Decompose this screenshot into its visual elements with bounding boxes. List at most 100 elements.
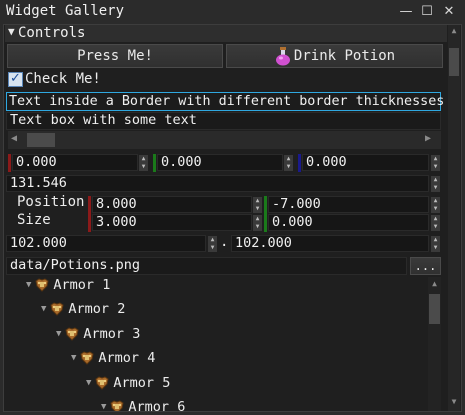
armor-icon [65, 327, 79, 341]
spin-down-icon[interactable]: ▼ [284, 163, 293, 171]
drink-potion-label: Drink Potion [293, 48, 396, 64]
spin-down-icon[interactable]: ▼ [431, 244, 440, 252]
vector-z-field[interactable]: 0.000 [302, 154, 429, 171]
tree-scroll-thumb[interactable] [429, 294, 440, 324]
spin-up-icon[interactable]: ▲ [431, 215, 440, 223]
tree-item-label: Armor 3 [83, 325, 141, 342]
potion-icon [275, 47, 290, 66]
check-me-label: Check Me! [25, 71, 101, 87]
maximize-icon[interactable]: ☐ [419, 4, 435, 20]
horizontal-scroll-thumb[interactable] [27, 133, 55, 147]
outer-vertical-scrollbar[interactable] [448, 25, 460, 411]
horizontal-scrollbar[interactable] [8, 131, 441, 149]
size-y-field[interactable]: 0.000 [268, 214, 429, 231]
size-x-marker [88, 214, 91, 232]
spin-up-icon[interactable]: ▲ [431, 197, 440, 205]
outer-scroll-up-icon[interactable]: ▲ [449, 26, 459, 38]
spin-up-icon[interactable]: ▲ [431, 155, 440, 163]
spin-down-icon[interactable]: ▼ [253, 205, 262, 213]
vector-y-field[interactable]: 0.000 [157, 154, 283, 171]
spin-down-icon[interactable]: ▼ [431, 223, 440, 231]
drink-potion-button[interactable]: Drink Potion [226, 44, 443, 68]
x-axis-marker [8, 154, 11, 172]
spin-up-icon[interactable]: ▲ [139, 155, 148, 163]
controls-section-header[interactable]: ▼ Controls [5, 25, 447, 42]
spin-down-icon[interactable]: ▼ [208, 244, 217, 252]
bordered-text: Text inside a Border with different bord… [9, 94, 445, 109]
scroll-left-icon[interactable]: ◀ [11, 133, 17, 144]
position-y-field[interactable]: -7.000 [268, 196, 429, 213]
vector-x-field[interactable]: 0.000 [12, 154, 138, 171]
window-title: Widget Gallery [6, 3, 125, 19]
size-label: Size [17, 212, 51, 228]
tree-expand-icon[interactable]: ▼ [26, 280, 31, 290]
tree-item[interactable]: ▼ Armor 6 [101, 399, 185, 411]
range-max-spinner[interactable]: ▲ ▼ [431, 236, 440, 252]
outer-scroll-thumb[interactable] [449, 48, 459, 76]
armor-icon [95, 376, 109, 390]
position-x-spinner[interactable]: ▲ ▼ [253, 197, 262, 213]
tree-item-label: Armor 6 [128, 399, 186, 411]
tree-item-label: Armor 5 [113, 374, 171, 391]
check-me-checkbox[interactable]: ✓ [8, 71, 23, 87]
spin-up-icon[interactable]: ▲ [431, 236, 440, 244]
armor-icon [50, 302, 64, 317]
position-label: Position [17, 194, 85, 210]
tree-item[interactable]: ▼ Armor 4 [71, 350, 155, 366]
tree-expand-icon[interactable]: ▼ [71, 353, 76, 363]
tree-expand-icon[interactable]: ▼ [101, 402, 106, 411]
scroll-right-icon[interactable]: ▶ [425, 133, 431, 144]
size-y-spinner[interactable]: ▲ ▼ [431, 215, 440, 231]
spin-down-icon[interactable]: ▼ [431, 163, 440, 171]
outer-scroll-down-icon[interactable]: ▼ [449, 397, 459, 409]
tree-item[interactable]: ▼ Armor 3 [56, 326, 140, 342]
spin-up-icon[interactable]: ▲ [431, 176, 440, 184]
spin-up-icon[interactable]: ▲ [208, 236, 217, 244]
controls-section-label: Controls [18, 25, 86, 41]
browse-button[interactable]: ... [410, 257, 441, 275]
single-value-spinner[interactable]: ▲ ▼ [431, 176, 440, 192]
position-y-marker [264, 196, 267, 214]
vector-z-spinner[interactable]: ▲ ▼ [431, 155, 440, 171]
minimize-icon[interactable]: — [398, 4, 414, 20]
armor-icon [80, 351, 94, 365]
tree-expand-icon[interactable]: ▼ [86, 378, 91, 388]
press-me-button[interactable]: Press Me! [7, 44, 223, 68]
checkmark-icon: ✓ [10, 71, 21, 86]
close-icon[interactable]: ✕ [441, 4, 457, 20]
bordered-text-box: Text inside a Border with different bord… [6, 92, 445, 111]
range-min-spinner[interactable]: ▲ ▼ [208, 236, 217, 252]
spin-up-icon[interactable]: ▲ [284, 155, 293, 163]
tree-item[interactable]: ▼ Armor 5 [86, 375, 170, 391]
tree-item-label: Armor 2 [68, 301, 126, 318]
text-box[interactable]: Text box with some text [6, 112, 441, 130]
spin-down-icon[interactable]: ▼ [139, 163, 148, 171]
size-x-field[interactable]: 3.000 [92, 214, 252, 231]
tree-expand-icon[interactable]: ▼ [41, 304, 46, 314]
armor-icon [110, 400, 124, 411]
range-separator: . [220, 234, 229, 250]
tree-item[interactable]: ▼ Armor 1 [26, 277, 110, 293]
range-max-field[interactable]: 102.000 [231, 235, 429, 252]
tree-view: ▼ Armor 1 ▼ Armor 2 ▼ Armor 3 ▼ Armor 4 ▼ Armor 5… [6, 276, 443, 411]
range-min-field[interactable]: 102.000 [6, 235, 206, 252]
tree-scroll-up-icon[interactable]: ▲ [429, 279, 440, 288]
spin-up-icon[interactable]: ▲ [253, 197, 262, 205]
y-axis-marker [153, 154, 156, 172]
size-y-marker [264, 214, 267, 232]
size-x-spinner[interactable]: ▲ ▼ [253, 215, 262, 231]
tree-expand-icon[interactable]: ▼ [56, 329, 61, 339]
position-x-field[interactable]: 8.000 [92, 196, 252, 213]
spin-up-icon[interactable]: ▲ [253, 215, 262, 223]
vector-x-spinner[interactable]: ▲ ▼ [139, 155, 148, 171]
spin-down-icon[interactable]: ▼ [431, 205, 440, 213]
position-y-spinner[interactable]: ▲ ▼ [431, 197, 440, 213]
tree-item[interactable]: ▼ Armor 2 [41, 301, 125, 317]
single-value-field[interactable]: 131.546 [6, 175, 429, 192]
spin-down-icon[interactable]: ▼ [431, 184, 440, 192]
vector-y-spinner[interactable]: ▲ ▼ [284, 155, 293, 171]
armor-icon [35, 278, 49, 292]
file-path-field[interactable]: data/Potions.png [6, 257, 407, 275]
position-x-marker [88, 196, 91, 214]
spin-down-icon[interactable]: ▼ [253, 223, 262, 231]
